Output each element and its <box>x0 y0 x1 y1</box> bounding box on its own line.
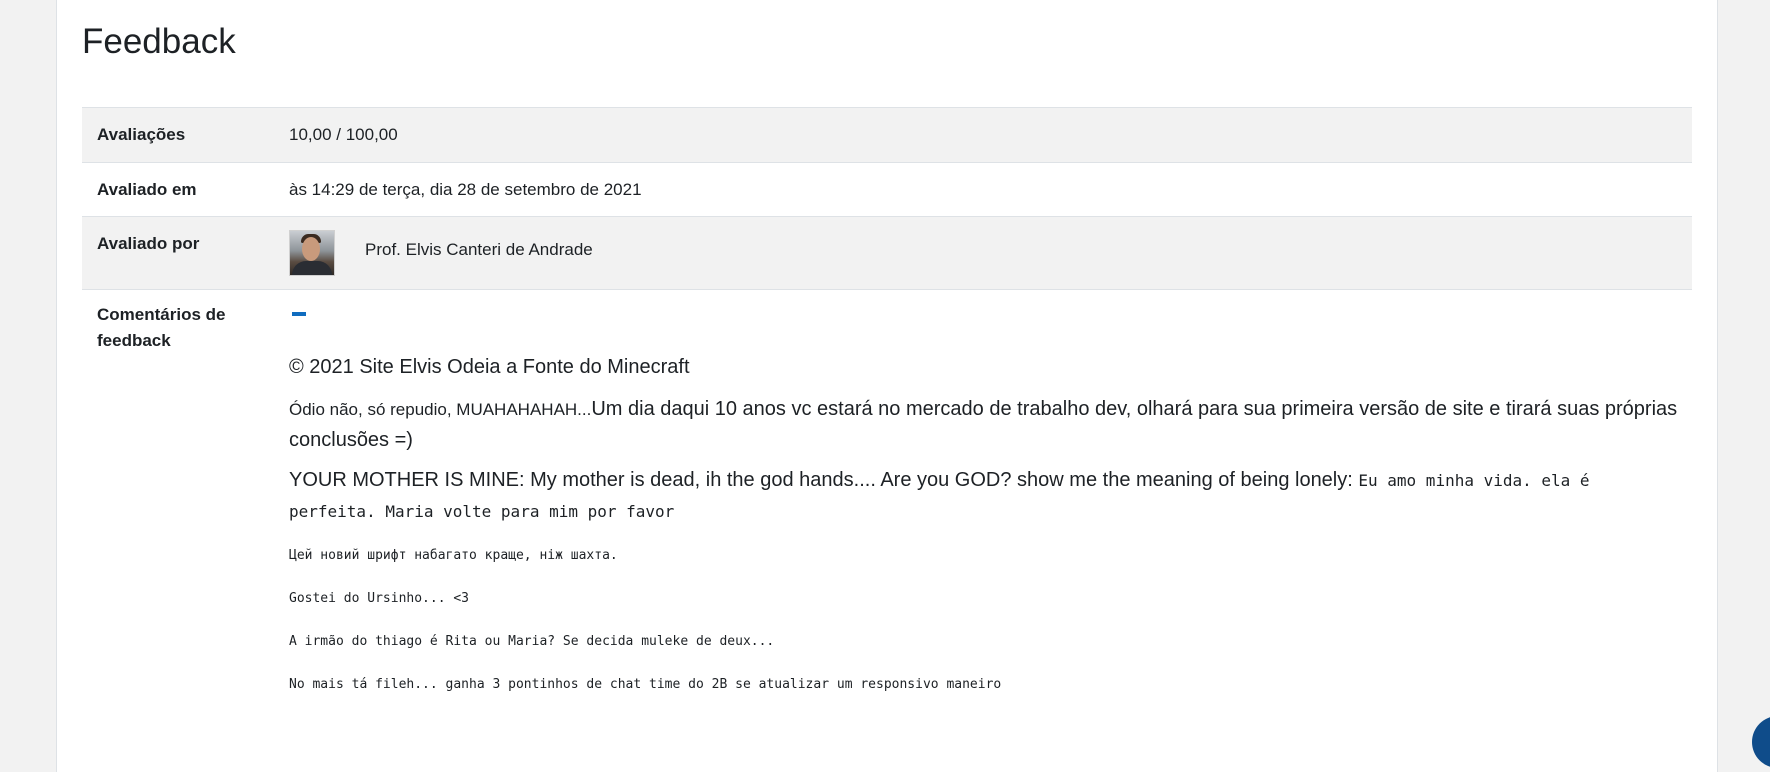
comment-line-thiago: A irmão do thiago é Rita ou Maria? Se de… <box>289 634 775 649</box>
comments-row: Comentários de feedback © 2021 Site Elvi… <box>82 289 1692 760</box>
graded-by-row: Avaliado por Prof. Elvis Canteri de Andr… <box>82 216 1692 289</box>
graded-on-value: às 14:29 de terça, dia 28 de setembro de… <box>289 180 642 199</box>
grade-row: Avaliações 10,00 / 100,00 <box>82 107 1692 162</box>
comment-paragraph-2: YOUR MOTHER IS MINE: My mother is dead, … <box>289 465 1682 527</box>
blue-dash-mark <box>292 312 306 316</box>
graded-by-label: Avaliado por <box>97 234 200 253</box>
comment-paragraph-1: Ódio não, só repudio, MUAHAHAHAH...Um di… <box>289 394 1682 455</box>
comments-label: Comentários de feedback <box>97 305 226 350</box>
grader-avatar[interactable] <box>289 230 335 276</box>
comment-copyright: © 2021 Site Elvis Odeia a Fonte do Minec… <box>289 356 690 378</box>
grade-value: 10,00 / 100,00 <box>289 125 398 144</box>
comment-paragraph-1-lead: Ódio não, só repudio, MUAHAHAHAH... <box>289 400 592 419</box>
grader-name-link[interactable]: Prof. Elvis Canteri de Andrade <box>365 230 593 263</box>
comments-body: © 2021 Site Elvis Odeia a Fonte do Minec… <box>274 290 1692 760</box>
page-title: Feedback <box>82 22 236 61</box>
chat-bubble-icon[interactable] <box>1752 716 1770 768</box>
feedback-table: Avaliações 10,00 / 100,00 Avaliado em às… <box>82 107 1692 760</box>
comment-paragraph-2-text: YOUR MOTHER IS MINE: My mother is dead, … <box>289 469 1359 491</box>
comment-line-ukrainian: Цей новий шрифт набагато краще, ніж шахт… <box>289 548 618 563</box>
comment-line-ursinho: Gostei do Ursinho... <3 <box>289 591 470 606</box>
comment-line-final: No mais tá fileh... ganha 3 pontinhos de… <box>289 677 1002 692</box>
graded-on-row: Avaliado em às 14:29 de terça, dia 28 de… <box>82 162 1692 216</box>
grader-cell: Prof. Elvis Canteri de Andrade <box>274 217 1692 289</box>
graded-on-label: Avaliado em <box>97 180 197 199</box>
grade-label: Avaliações <box>97 125 186 144</box>
